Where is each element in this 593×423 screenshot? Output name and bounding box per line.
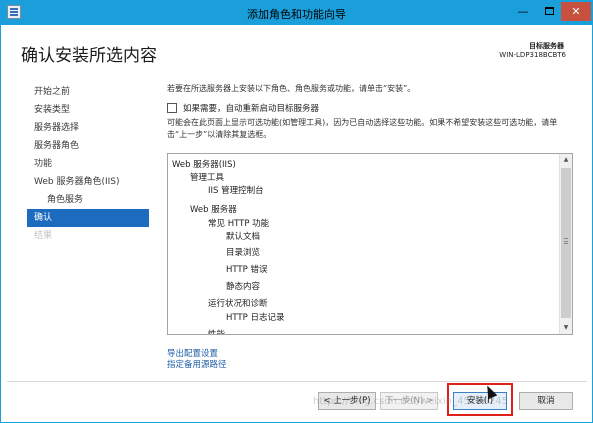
maximize-icon — [544, 7, 554, 15]
list-item: HTTP 错误 — [226, 265, 268, 275]
window-title: 添加角色和功能向导 — [247, 8, 346, 21]
wizard-nav: 开始之前 安装类型 服务器选择 服务器角色 功能 Web 服务器角色(IIS) … — [27, 83, 149, 245]
nav-item-web-server-role[interactable]: Web 服务器角色(IIS) — [27, 173, 149, 191]
cancel-button[interactable]: 取消 — [519, 392, 573, 410]
scroll-up-icon[interactable]: ▲ — [560, 154, 572, 166]
nav-item-confirmation[interactable]: 确认 — [27, 209, 149, 227]
page-title: 确认安装所选内容 — [21, 46, 157, 66]
nav-item-results: 结果 — [34, 231, 53, 241]
list-item: Web 服务器 — [190, 205, 237, 215]
list-item: 运行状况和诊断 — [208, 299, 268, 309]
list-item: Web 服务器(IIS) — [172, 160, 236, 170]
restart-checkbox[interactable] — [167, 103, 177, 113]
list-item: HTTP 日志记录 — [226, 313, 285, 323]
nav-item-features[interactable]: 功能 — [27, 155, 149, 173]
nav-item-server-roles[interactable]: 服务器角色 — [27, 137, 149, 155]
footer-divider — [7, 381, 587, 382]
target-server-label: 目标服务器 — [529, 42, 564, 50]
intro-text: 若要在所选服务器上安装以下角色、角色服务或功能，请单击“安装”。 — [167, 84, 416, 93]
list-item: 性能 — [208, 328, 225, 334]
minimize-button[interactable]: — — [511, 2, 535, 21]
feature-list[interactable]: Web 服务器(IIS) 管理工具 IIS 管理控制台 Web 服务器 常见 H… — [167, 153, 573, 335]
feature-list-content: Web 服务器(IIS) 管理工具 IIS 管理控制台 Web 服务器 常见 H… — [168, 154, 560, 334]
target-server-name: WIN-LDP318BCBT6 — [499, 51, 566, 59]
list-item: 管理工具 — [190, 173, 225, 183]
scroll-thumb[interactable] — [561, 168, 571, 318]
list-item: 默认文档 — [226, 232, 261, 242]
feature-list-scrollbar[interactable]: ▲ ▼ — [559, 154, 572, 334]
nav-item-server-selection[interactable]: 服务器选择 — [27, 119, 149, 137]
optional-features-note: 可能会在此页面上显示可选功能(如管理工具)，因为已自动选择这些功能。如果不希望安… — [167, 118, 558, 139]
maximize-button[interactable] — [537, 2, 561, 21]
nav-item-installation-type[interactable]: 安装类型 — [27, 101, 149, 119]
wizard-window: 添加角色和功能向导 — ✕ 确认安装所选内容 目标服务器 WIN-LDP318B… — [0, 0, 593, 423]
list-item: 目录浏览 — [226, 248, 261, 258]
close-button[interactable]: ✕ — [561, 2, 591, 21]
scroll-down-icon[interactable]: ▼ — [560, 322, 572, 334]
list-item: IIS 管理控制台 — [208, 186, 264, 196]
scroll-grip-icon — [564, 238, 568, 244]
watermark: https://blog.csdn.net/weixin_45156245 — [313, 396, 509, 407]
title-bar[interactable]: 添加角色和功能向导 — ✕ — [1, 1, 592, 25]
nav-item-before-you-begin[interactable]: 开始之前 — [27, 83, 149, 101]
list-item: 常见 HTTP 功能 — [208, 219, 270, 229]
list-item: 静态内容 — [226, 282, 261, 292]
restart-label[interactable]: 如果需要，自动重新启动目标服务器 — [183, 102, 319, 114]
nav-item-role-services[interactable]: 角色服务 — [27, 191, 149, 209]
alternate-source-link[interactable]: 指定备用源路径 — [167, 358, 227, 370]
